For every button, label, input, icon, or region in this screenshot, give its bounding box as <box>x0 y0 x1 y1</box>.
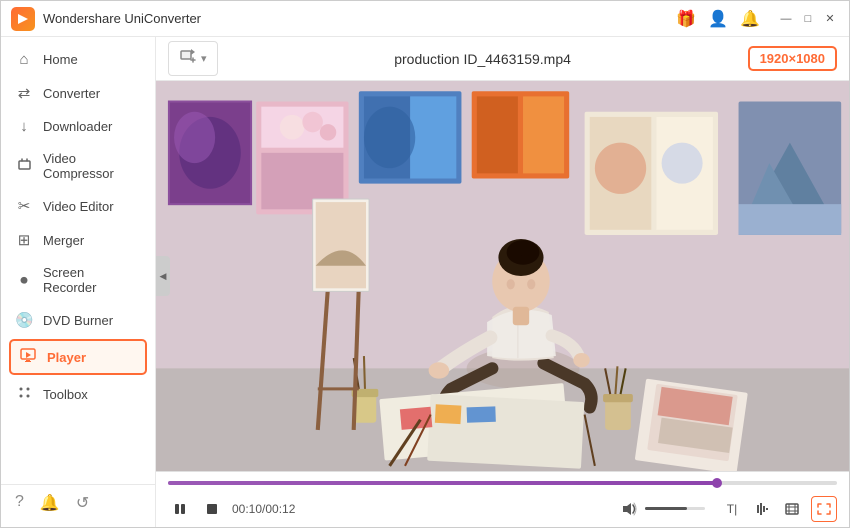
downloader-icon: ↓ <box>15 118 33 135</box>
sidebar-collapse-button[interactable]: ◀ <box>156 256 170 296</box>
add-icon <box>179 47 197 70</box>
sidebar-label-toolbox: Toolbox <box>43 387 88 402</box>
app-logo <box>11 7 35 31</box>
sidebar: ⌂ Home ⇄ Converter ↓ Downloader Video Co… <box>1 37 156 527</box>
merger-icon: ⊞ <box>15 231 33 249</box>
progress-thumb <box>712 478 722 488</box>
crop-button[interactable] <box>781 498 803 520</box>
sidebar-label-dvd: DVD Burner <box>43 313 113 328</box>
app-title: Wondershare UniConverter <box>43 11 675 26</box>
progress-bar-track[interactable] <box>168 481 837 485</box>
sidebar-label-converter: Converter <box>43 86 100 101</box>
volume-slider[interactable] <box>645 507 705 510</box>
app-window: Wondershare UniConverter 🎁 👤 🔔 — □ ✕ ⌂ H… <box>0 0 850 528</box>
screen-recorder-icon: ⏺ <box>15 272 33 289</box>
progress-bar-fill <box>168 481 717 485</box>
video-compressor-icon <box>15 157 33 176</box>
home-icon: ⌂ <box>15 51 33 68</box>
user-icon[interactable]: 👤 <box>707 8 729 30</box>
sidebar-label-player: Player <box>47 350 86 365</box>
volume-icon[interactable] <box>618 498 640 520</box>
content-toolbar: ▾ production ID_4463159.mp4 1920×1080 <box>156 37 849 81</box>
dvd-burner-icon: 💿 <box>15 311 33 329</box>
feedback-icon[interactable]: ↺ <box>76 493 89 513</box>
minimize-button[interactable]: — <box>777 10 795 28</box>
resolution-badge[interactable]: 1920×1080 <box>748 46 837 71</box>
content-area: ▾ production ID_4463159.mp4 1920×1080 ◀ <box>156 37 849 527</box>
title-bar: Wondershare UniConverter 🎁 👤 🔔 — □ ✕ <box>1 1 849 37</box>
video-frame <box>156 81 849 471</box>
player-icon <box>19 347 37 367</box>
time-display: 00:10/00:12 <box>232 502 295 516</box>
captions-button[interactable]: T| <box>721 498 743 520</box>
help-icon[interactable]: ? <box>15 493 24 513</box>
sidebar-item-video-editor[interactable]: ✂ Video Editor <box>1 189 155 223</box>
sidebar-label-compressor: Video Compressor <box>43 151 141 181</box>
sidebar-label-downloader: Downloader <box>43 119 112 134</box>
dropdown-arrow: ▾ <box>201 52 207 65</box>
close-button[interactable]: ✕ <box>821 10 839 28</box>
sidebar-label-merger: Merger <box>43 233 84 248</box>
bell-icon[interactable]: 🔔 <box>40 493 60 513</box>
sidebar-item-video-compressor[interactable]: Video Compressor <box>1 143 155 189</box>
sidebar-item-merger[interactable]: ⊞ Merger <box>1 223 155 257</box>
sidebar-item-downloader[interactable]: ↓ Downloader <box>1 110 155 143</box>
stop-button[interactable] <box>200 497 224 521</box>
sidebar-item-player[interactable]: Player <box>9 339 147 375</box>
video-editor-icon: ✂ <box>15 197 33 215</box>
sidebar-item-toolbox[interactable]: Toolbox <box>1 377 155 412</box>
file-name: production ID_4463159.mp4 <box>230 51 736 67</box>
sidebar-item-screen-recorder[interactable]: ⏺ Screen Recorder <box>1 257 155 303</box>
window-controls: — □ ✕ <box>777 10 839 28</box>
audio-waveform-button[interactable] <box>751 498 773 520</box>
maximize-button[interactable]: □ <box>799 10 817 28</box>
sidebar-footer: ? 🔔 ↺ <box>1 484 155 521</box>
sidebar-label-home: Home <box>43 52 78 67</box>
sidebar-item-converter[interactable]: ⇄ Converter <box>1 76 155 110</box>
volume-control <box>618 498 705 520</box>
toolbox-icon <box>15 385 33 404</box>
progress-bar-container[interactable] <box>168 472 837 490</box>
sidebar-label-editor: Video Editor <box>43 199 114 214</box>
notification-icon[interactable]: 🔔 <box>739 8 761 30</box>
main-content: ⌂ Home ⇄ Converter ↓ Downloader Video Co… <box>1 37 849 527</box>
converter-icon: ⇄ <box>15 84 33 102</box>
sidebar-item-home[interactable]: ⌂ Home <box>1 43 155 76</box>
volume-fill <box>645 507 687 510</box>
sidebar-label-recorder: Screen Recorder <box>43 265 141 295</box>
controls-row: 00:10/00:12 <box>168 490 837 527</box>
title-bar-actions: 🎁 👤 🔔 — □ ✕ <box>675 8 839 30</box>
fullscreen-button[interactable] <box>811 496 837 522</box>
sidebar-item-dvd-burner[interactable]: 💿 DVD Burner <box>1 303 155 337</box>
video-controls: 00:10/00:12 <box>156 471 849 527</box>
video-container[interactable]: ◀ <box>156 81 849 471</box>
gift-icon[interactable]: 🎁 <box>675 8 697 30</box>
add-files-button[interactable]: ▾ <box>168 41 218 76</box>
pause-button[interactable] <box>168 497 192 521</box>
